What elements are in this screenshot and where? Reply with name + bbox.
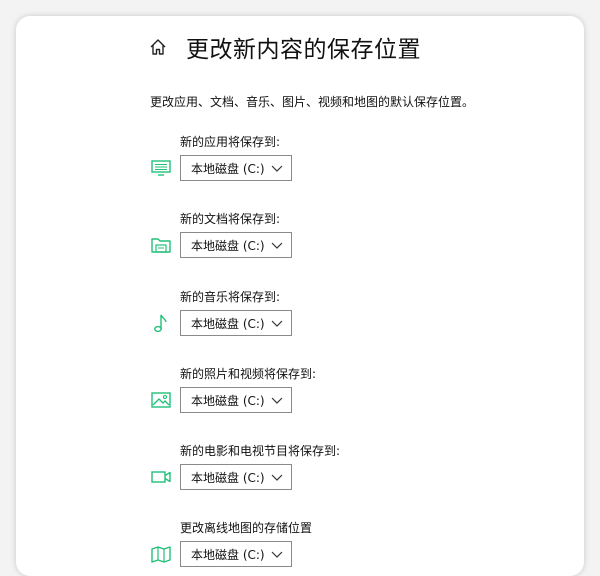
page-description: 更改应用、文档、音乐、图片、视频和地图的默认保存位置。 — [150, 95, 475, 109]
chevron-down-icon — [270, 393, 284, 407]
video-camera-icon — [150, 467, 172, 487]
save-location-dropdown-movies-tv[interactable]: 本地磁盘 (C:) — [180, 464, 292, 490]
dropdown-value: 本地磁盘 (C:) — [191, 238, 265, 253]
chevron-down-icon — [270, 161, 284, 175]
dropdown-value: 本地磁盘 (C:) — [191, 393, 265, 408]
setting-label: 新的文档将保存到: — [180, 212, 281, 226]
save-location-dropdown-apps[interactable]: 本地磁盘 (C:) — [180, 155, 292, 181]
setting-label: 更改离线地图的存储位置 — [180, 521, 313, 535]
dropdown-value: 本地磁盘 (C:) — [191, 470, 265, 485]
save-location-dropdown-photos-videos[interactable]: 本地磁盘 (C:) — [180, 387, 292, 413]
dropdown-value: 本地磁盘 (C:) — [191, 547, 265, 562]
setting-label: 新的应用将保存到: — [180, 135, 281, 149]
folder-icon — [150, 235, 172, 255]
dropdown-value: 本地磁盘 (C:) — [191, 316, 265, 331]
save-location-dropdown-music[interactable]: 本地磁盘 (C:) — [180, 310, 292, 336]
map-icon — [150, 544, 172, 564]
setting-label: 新的照片和视频将保存到: — [180, 367, 317, 381]
settings-window: 更改新内容的保存位置 更改应用、文档、音乐、图片、视频和地图的默认保存位置。 新… — [16, 16, 584, 576]
monitor-icon — [150, 158, 172, 178]
save-location-dropdown-documents[interactable]: 本地磁盘 (C:) — [180, 232, 292, 258]
chevron-down-icon — [270, 316, 284, 330]
save-location-dropdown-offline-maps[interactable]: 本地磁盘 (C:) — [180, 541, 292, 567]
home-icon[interactable] — [148, 37, 168, 57]
chevron-down-icon — [270, 238, 284, 252]
chevron-down-icon — [270, 547, 284, 561]
music-note-icon — [150, 313, 172, 333]
picture-icon — [150, 390, 172, 410]
page-header: 更改新内容的保存位置 — [148, 30, 421, 64]
setting-label: 新的电影和电视节目将保存到: — [180, 444, 341, 458]
dropdown-value: 本地磁盘 (C:) — [191, 161, 265, 176]
chevron-down-icon — [270, 470, 284, 484]
setting-label: 新的音乐将保存到: — [180, 290, 281, 304]
page-title: 更改新内容的保存位置 — [186, 37, 421, 63]
